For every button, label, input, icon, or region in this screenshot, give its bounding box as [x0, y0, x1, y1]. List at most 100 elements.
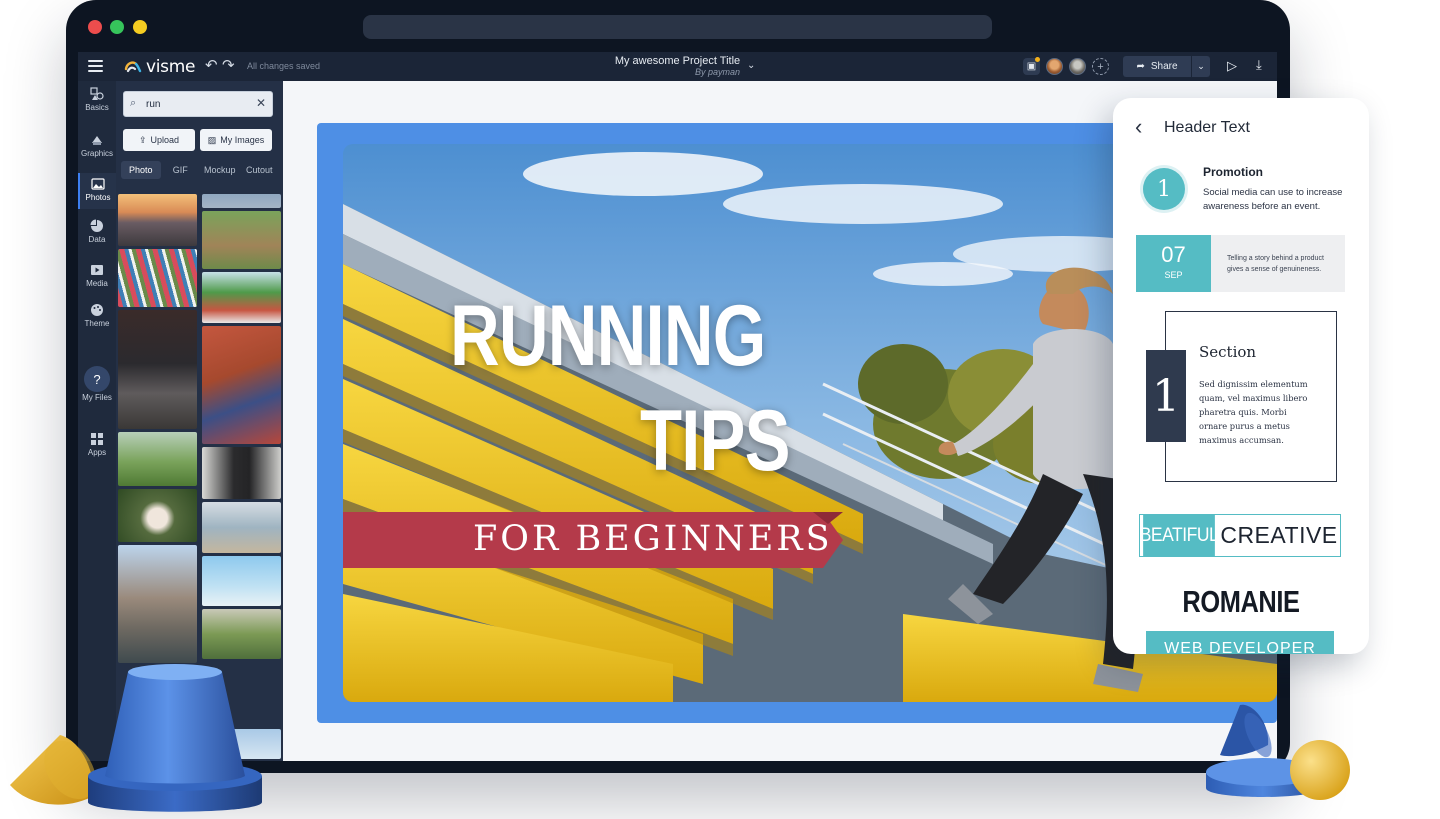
photo-thumbnail[interactable]	[202, 556, 281, 606]
photo-thumbnail[interactable]	[118, 545, 197, 663]
promo-number-badge[interactable]: 1	[1143, 168, 1185, 210]
my-images-button[interactable]: ▨ My Images	[200, 129, 272, 151]
photos-icon	[91, 178, 105, 190]
marketing-stage: visme ↶ ↷ All changes saved My awesome P…	[0, 0, 1440, 819]
window-close-dot[interactable]	[88, 20, 102, 34]
chevron-down-icon[interactable]: ⌄	[747, 60, 755, 71]
share-options-chevron-icon[interactable]: ⌄	[1192, 56, 1210, 77]
photo-thumbnail[interactable]	[118, 432, 197, 486]
date-month: SEP	[1164, 270, 1183, 280]
photo-thumbnail[interactable]	[118, 489, 197, 542]
image-icon: ▨	[207, 134, 217, 145]
photo-thumbnail[interactable]	[118, 249, 197, 307]
collaborator-avatar[interactable]	[1046, 58, 1063, 75]
photo-thumbnail[interactable]	[118, 310, 197, 429]
upload-icon: ⇪	[138, 134, 147, 145]
photo-results-grid	[118, 194, 281, 759]
section-heading[interactable]: Section	[1199, 343, 1256, 361]
photos-panel: ⌕ ✕ ⇪ Upload ▨ My Images Photo GIF Mocku…	[116, 81, 283, 761]
photo-thumbnail[interactable]	[202, 326, 281, 444]
template-card: ‹ Header Text 1 Promotion Social media c…	[1113, 98, 1369, 654]
window-minimize-dot[interactable]	[133, 20, 147, 34]
editor-screen: visme ↶ ↷ All changes saved My awesome P…	[78, 52, 1277, 761]
pie-chart-icon	[90, 219, 103, 232]
basics-icon	[90, 87, 104, 100]
editor-topbar: visme ↶ ↷ All changes saved My awesome P…	[78, 52, 1277, 81]
rail-item-apps[interactable]: Apps	[78, 432, 116, 457]
upload-button-row: ⇪ Upload ▨ My Images	[123, 129, 272, 151]
rail-label: Media	[86, 279, 108, 288]
rail-label: Graphics	[80, 149, 113, 158]
date-day: 07	[1161, 242, 1186, 267]
rail-label: Apps	[87, 448, 107, 457]
add-collaborator-icon[interactable]: +	[1092, 58, 1109, 75]
date-block[interactable]: 07 SEP	[1136, 235, 1211, 292]
promo-heading[interactable]: Promotion	[1203, 165, 1263, 179]
photo-type-tabs: Photo GIF Mockup Cutout	[121, 161, 279, 179]
download-icon[interactable]: ⤓	[1256, 57, 1262, 73]
notification-dot	[1035, 57, 1040, 62]
media-icon	[91, 265, 103, 275]
my-images-label: My Images	[220, 135, 265, 145]
date-text-block[interactable]: Telling a story behind a product gives a…	[1211, 235, 1345, 292]
date-description: Telling a story behind a product gives a…	[1227, 255, 1324, 273]
beatiful-text: BEATIFUL	[1140, 515, 1219, 556]
address-bar[interactable]	[363, 15, 992, 39]
rail-label: Data	[88, 235, 106, 244]
card-title: Header Text	[1164, 119, 1250, 136]
apps-grid-icon	[91, 433, 103, 445]
photo-thumbnail[interactable]	[118, 194, 197, 246]
section-number[interactable]: 1	[1146, 350, 1186, 442]
share-icon: ➦	[1136, 61, 1145, 72]
photo-thumbnail[interactable]	[202, 272, 281, 323]
photo-thumbnail[interactable]	[202, 502, 281, 553]
photo-thumbnail[interactable]	[202, 211, 281, 269]
collaborator-avatar[interactable]	[1069, 58, 1086, 75]
left-icon-rail: Basics Graphics Photos Data Media Theme	[78, 81, 116, 761]
tab-cutout[interactable]: Cutout	[240, 161, 280, 179]
photo-search-box[interactable]: ⌕ ✕	[123, 91, 273, 117]
slide-headline-line1[interactable]: RUNNING	[450, 293, 766, 379]
slide-ribbon-text[interactable]: FOR BEGINNERS	[473, 519, 833, 559]
project-author: By payman	[695, 67, 741, 77]
upload-button[interactable]: ⇪ Upload	[123, 129, 195, 151]
web-developer-banner[interactable]: WEB DEVELOPER	[1146, 631, 1334, 654]
window-maximize-dot[interactable]	[110, 20, 124, 34]
rail-item-media[interactable]: Media	[78, 263, 116, 288]
tab-gif[interactable]: GIF	[161, 161, 201, 179]
tab-mockup[interactable]: Mockup	[200, 161, 240, 179]
search-icon: ⌕	[130, 97, 137, 109]
slide-headline-line2[interactable]: TIPS	[640, 398, 791, 484]
rail-item-photos[interactable]: Photos	[78, 173, 116, 209]
creative-text: CREATIVE	[1220, 522, 1338, 548]
help-button[interactable]: ?	[84, 366, 110, 392]
rail-label: Basics	[85, 103, 109, 112]
share-label: Share	[1150, 61, 1178, 72]
search-input[interactable]	[146, 95, 256, 113]
rail-item-basics[interactable]: Basics	[78, 87, 116, 112]
photo-thumbnail[interactable]	[202, 609, 281, 659]
play-icon[interactable]: ▷	[1227, 58, 1237, 74]
decorative-shapes-right	[1206, 704, 1350, 800]
upload-label: Upload	[150, 135, 180, 145]
rail-label: Photos	[85, 193, 111, 202]
promo-body[interactable]: Social media can use to increase awarene…	[1203, 186, 1353, 214]
romanie-text[interactable]: ROMANIE	[1136, 584, 1346, 620]
rail-item-theme[interactable]: Theme	[78, 303, 116, 328]
share-button[interactable]: ➦ Share	[1123, 56, 1191, 77]
photo-thumbnail[interactable]	[202, 447, 281, 499]
photo-thumbnail[interactable]	[202, 194, 281, 208]
close-icon[interactable]: ✕	[256, 96, 266, 110]
beatiful-creative-block[interactable]: BEATIFUL CREATIVE	[1139, 514, 1341, 557]
back-arrow-icon[interactable]: ‹	[1135, 116, 1142, 138]
rail-item-my-files[interactable]: My Files	[78, 393, 116, 402]
tab-photo[interactable]: Photo	[121, 161, 161, 179]
section-body[interactable]: Sed dignissim elementum quam, vel maximu…	[1199, 377, 1317, 447]
palette-icon	[91, 304, 103, 316]
decorative-shapes-left	[10, 664, 262, 812]
rail-label: My Files	[82, 393, 112, 402]
graphics-icon	[92, 136, 102, 145]
rail-label: Theme	[84, 319, 110, 328]
rail-item-data[interactable]: Data	[78, 219, 116, 244]
rail-item-graphics[interactable]: Graphics	[78, 133, 116, 158]
